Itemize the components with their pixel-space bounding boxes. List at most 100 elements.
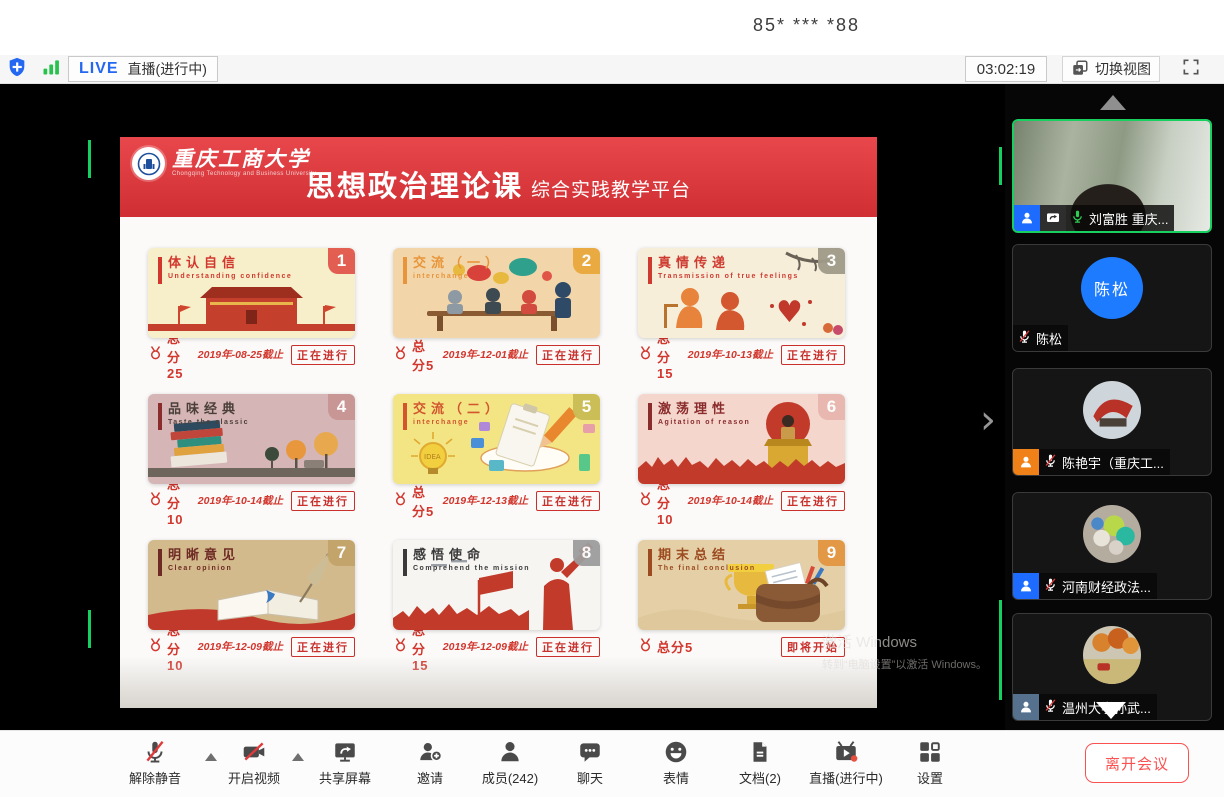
avatar <box>1013 505 1211 563</box>
title-bar <box>158 549 162 576</box>
microphone-muted-icon <box>142 738 168 766</box>
course-title: 真情传递 <box>658 256 799 271</box>
invite-person-plus-icon <box>417 738 443 766</box>
microphone-muted-icon <box>1043 698 1058 716</box>
fullscreen-button[interactable] <box>1178 57 1204 81</box>
avatar <box>1013 381 1211 439</box>
title-bar <box>158 257 162 284</box>
course-card-6[interactable]: 激荡理性 Agitation of reason 6 总分10 2019年-10… <box>638 394 845 512</box>
course-number-badge: 6 <box>818 394 845 420</box>
chat-button[interactable]: 聊天 <box>550 738 630 787</box>
network-signal-button[interactable] <box>38 57 64 81</box>
document-icon <box>747 738 773 766</box>
platform-title-sub: 综合实践教学平台 <box>531 180 691 201</box>
video-options-caret[interactable] <box>292 753 304 761</box>
meeting-timer: 03:02:19 <box>965 56 1047 82</box>
participant-name-bar: 河南财经政法... <box>1013 573 1157 599</box>
course-subtitle: Comprehend the mission <box>413 565 530 572</box>
course-deadline: 2019年-12-01截止 <box>443 347 528 362</box>
course-subtitle: Transmission of true feelings <box>658 273 799 280</box>
course-card-3[interactable]: ♥ 真情传递 Transmission of true feelings 3 总… <box>638 248 845 366</box>
scroll-down-arrow[interactable] <box>1096 702 1126 719</box>
next-page-chevron[interactable]: › <box>980 400 996 440</box>
share-screen-button[interactable]: 共享屏幕 <box>305 738 385 787</box>
svg-text:♥: ♥ <box>776 295 803 330</box>
invite-button[interactable]: 邀请 <box>390 738 470 787</box>
live-status-button[interactable]: LIVE 直播(进行中) <box>68 56 218 82</box>
participant-tile-henancaijing[interactable]: 河南财经政法... <box>1012 492 1212 600</box>
course-card-8[interactable]: 感悟使命 Comprehend the mission 8 总分15 2019年… <box>393 540 600 658</box>
emoji-button[interactable]: 表情 <box>636 738 716 787</box>
live-label: 直播(进行中) <box>809 768 883 787</box>
top-toolbar: LIVE 直播(进行中) 03:02:19 切换视图 <box>0 55 1224 84</box>
live-button[interactable]: 直播(进行中) <box>800 738 892 787</box>
course-card-footer: 总分15 2019年-10-13截止 正在进行 <box>638 338 845 366</box>
start-video-label: 开启视频 <box>228 768 280 787</box>
platform-title: 思想政治理论课综合实践教学平台 <box>120 163 877 205</box>
course-subtitle: Taste the classic <box>168 419 249 426</box>
leave-meeting-button[interactable]: 离开会议 <box>1085 743 1189 783</box>
course-card-5[interactable]: IDEA 交流（二） interchange 5 总分5 <box>393 394 600 512</box>
title-bar <box>648 549 652 576</box>
members-person-icon <box>497 738 523 766</box>
participant-name-bar: 陈艳宇（重庆工... <box>1013 449 1170 475</box>
masked-meeting-number: 85* *** *88 <box>753 15 860 36</box>
medal-icon <box>393 345 408 365</box>
course-card-4[interactable]: 品味经典 Taste the classic 4 总分10 2019年-10-1… <box>148 394 355 512</box>
live-badge: LIVE <box>79 60 119 78</box>
title-bar <box>403 549 407 576</box>
course-deadline: 2019年-08-25截止 <box>198 347 283 362</box>
course-title: 交流（二） <box>413 402 503 417</box>
course-card-7[interactable]: 明晰意见 Clear opinion 7 总分10 2019年-12-09截止 … <box>148 540 355 658</box>
participant-tile-liufusheng[interactable]: 刘富胜 重庆... <box>1012 119 1212 233</box>
start-video-button[interactable]: 开启视频 <box>214 738 294 787</box>
title-bar <box>158 403 162 430</box>
share-border-marker <box>999 147 1002 185</box>
fullscreen-icon <box>1181 57 1201 82</box>
share-screen-label: 共享屏幕 <box>319 768 371 787</box>
title-bar <box>648 257 652 284</box>
course-status: 正在进行 <box>781 345 845 365</box>
settings-label: 设置 <box>917 768 943 787</box>
title-bar <box>403 403 407 430</box>
participant-name-bar: 刘富胜 重庆... <box>1014 205 1174 231</box>
shield-plus-icon <box>6 56 28 83</box>
medal-icon <box>148 637 163 657</box>
participant-tile-chenyanyu[interactable]: 陈艳宇（重庆工... <box>1012 368 1212 476</box>
avatar <box>1013 626 1211 684</box>
course-cover: ♥ 真情传递 Transmission of true feelings 3 <box>638 248 845 338</box>
course-title: 体认自信 <box>168 256 292 271</box>
participant-tile-chensong[interactable]: 陈松 陈松 <box>1012 244 1212 352</box>
platform-header: 重庆工商大学 Chongqing Technology and Business… <box>120 137 877 217</box>
course-status: 正在进行 <box>291 491 355 511</box>
microphone-muted-icon <box>1043 453 1058 471</box>
course-title: 品味经典 <box>168 402 249 417</box>
invite-label: 邀请 <box>417 768 443 787</box>
docs-button[interactable]: 文档(2) <box>720 738 800 787</box>
course-card-2[interactable]: 交流（一） interchange 2 总分5 2019年-12-01截止 正在… <box>393 248 600 366</box>
course-subtitle: Clear opinion <box>168 565 240 572</box>
medal-icon <box>638 345 653 365</box>
medal-icon <box>393 637 408 657</box>
course-card-footer: 总分10 2019年-10-14截止 正在进行 <box>148 484 355 512</box>
course-cover: 品味经典 Taste the classic 4 <box>148 394 355 484</box>
camera-off-icon <box>241 738 267 766</box>
scroll-up-arrow[interactable] <box>1100 95 1126 110</box>
course-card-footer: 总分25 2019年-08-25截止 正在进行 <box>148 338 355 366</box>
window-titlebar: 85* *** *88 <box>0 0 1224 55</box>
security-shield-button[interactable] <box>4 57 30 81</box>
course-card-9[interactable]: 期末总结 The final conclusion 9 总分5 即将开始 <box>638 540 845 658</box>
course-card-1[interactable]: 体认自信 Understanding confidence 1 总分25 201… <box>148 248 355 366</box>
unmute-button[interactable]: 解除静音 <box>115 738 195 787</box>
host-person-badge-icon <box>1014 205 1040 231</box>
docs-label: 文档(2) <box>739 768 781 787</box>
course-title: 感悟使命 <box>413 548 530 563</box>
emoji-label: 表情 <box>663 768 689 787</box>
course-cover: 体认自信 Understanding confidence 1 <box>148 248 355 338</box>
settings-button[interactable]: 设置 <box>890 738 970 787</box>
windows-activation-watermark: 激活 Windows 转到“电脑设置”以激活 Windows。 <box>822 631 987 672</box>
members-button[interactable]: 成员(242) <box>470 738 550 787</box>
course-number-badge: 8 <box>573 540 600 566</box>
switch-view-button[interactable]: 切换视图 <box>1062 56 1160 82</box>
chat-bubble-icon <box>577 738 603 766</box>
